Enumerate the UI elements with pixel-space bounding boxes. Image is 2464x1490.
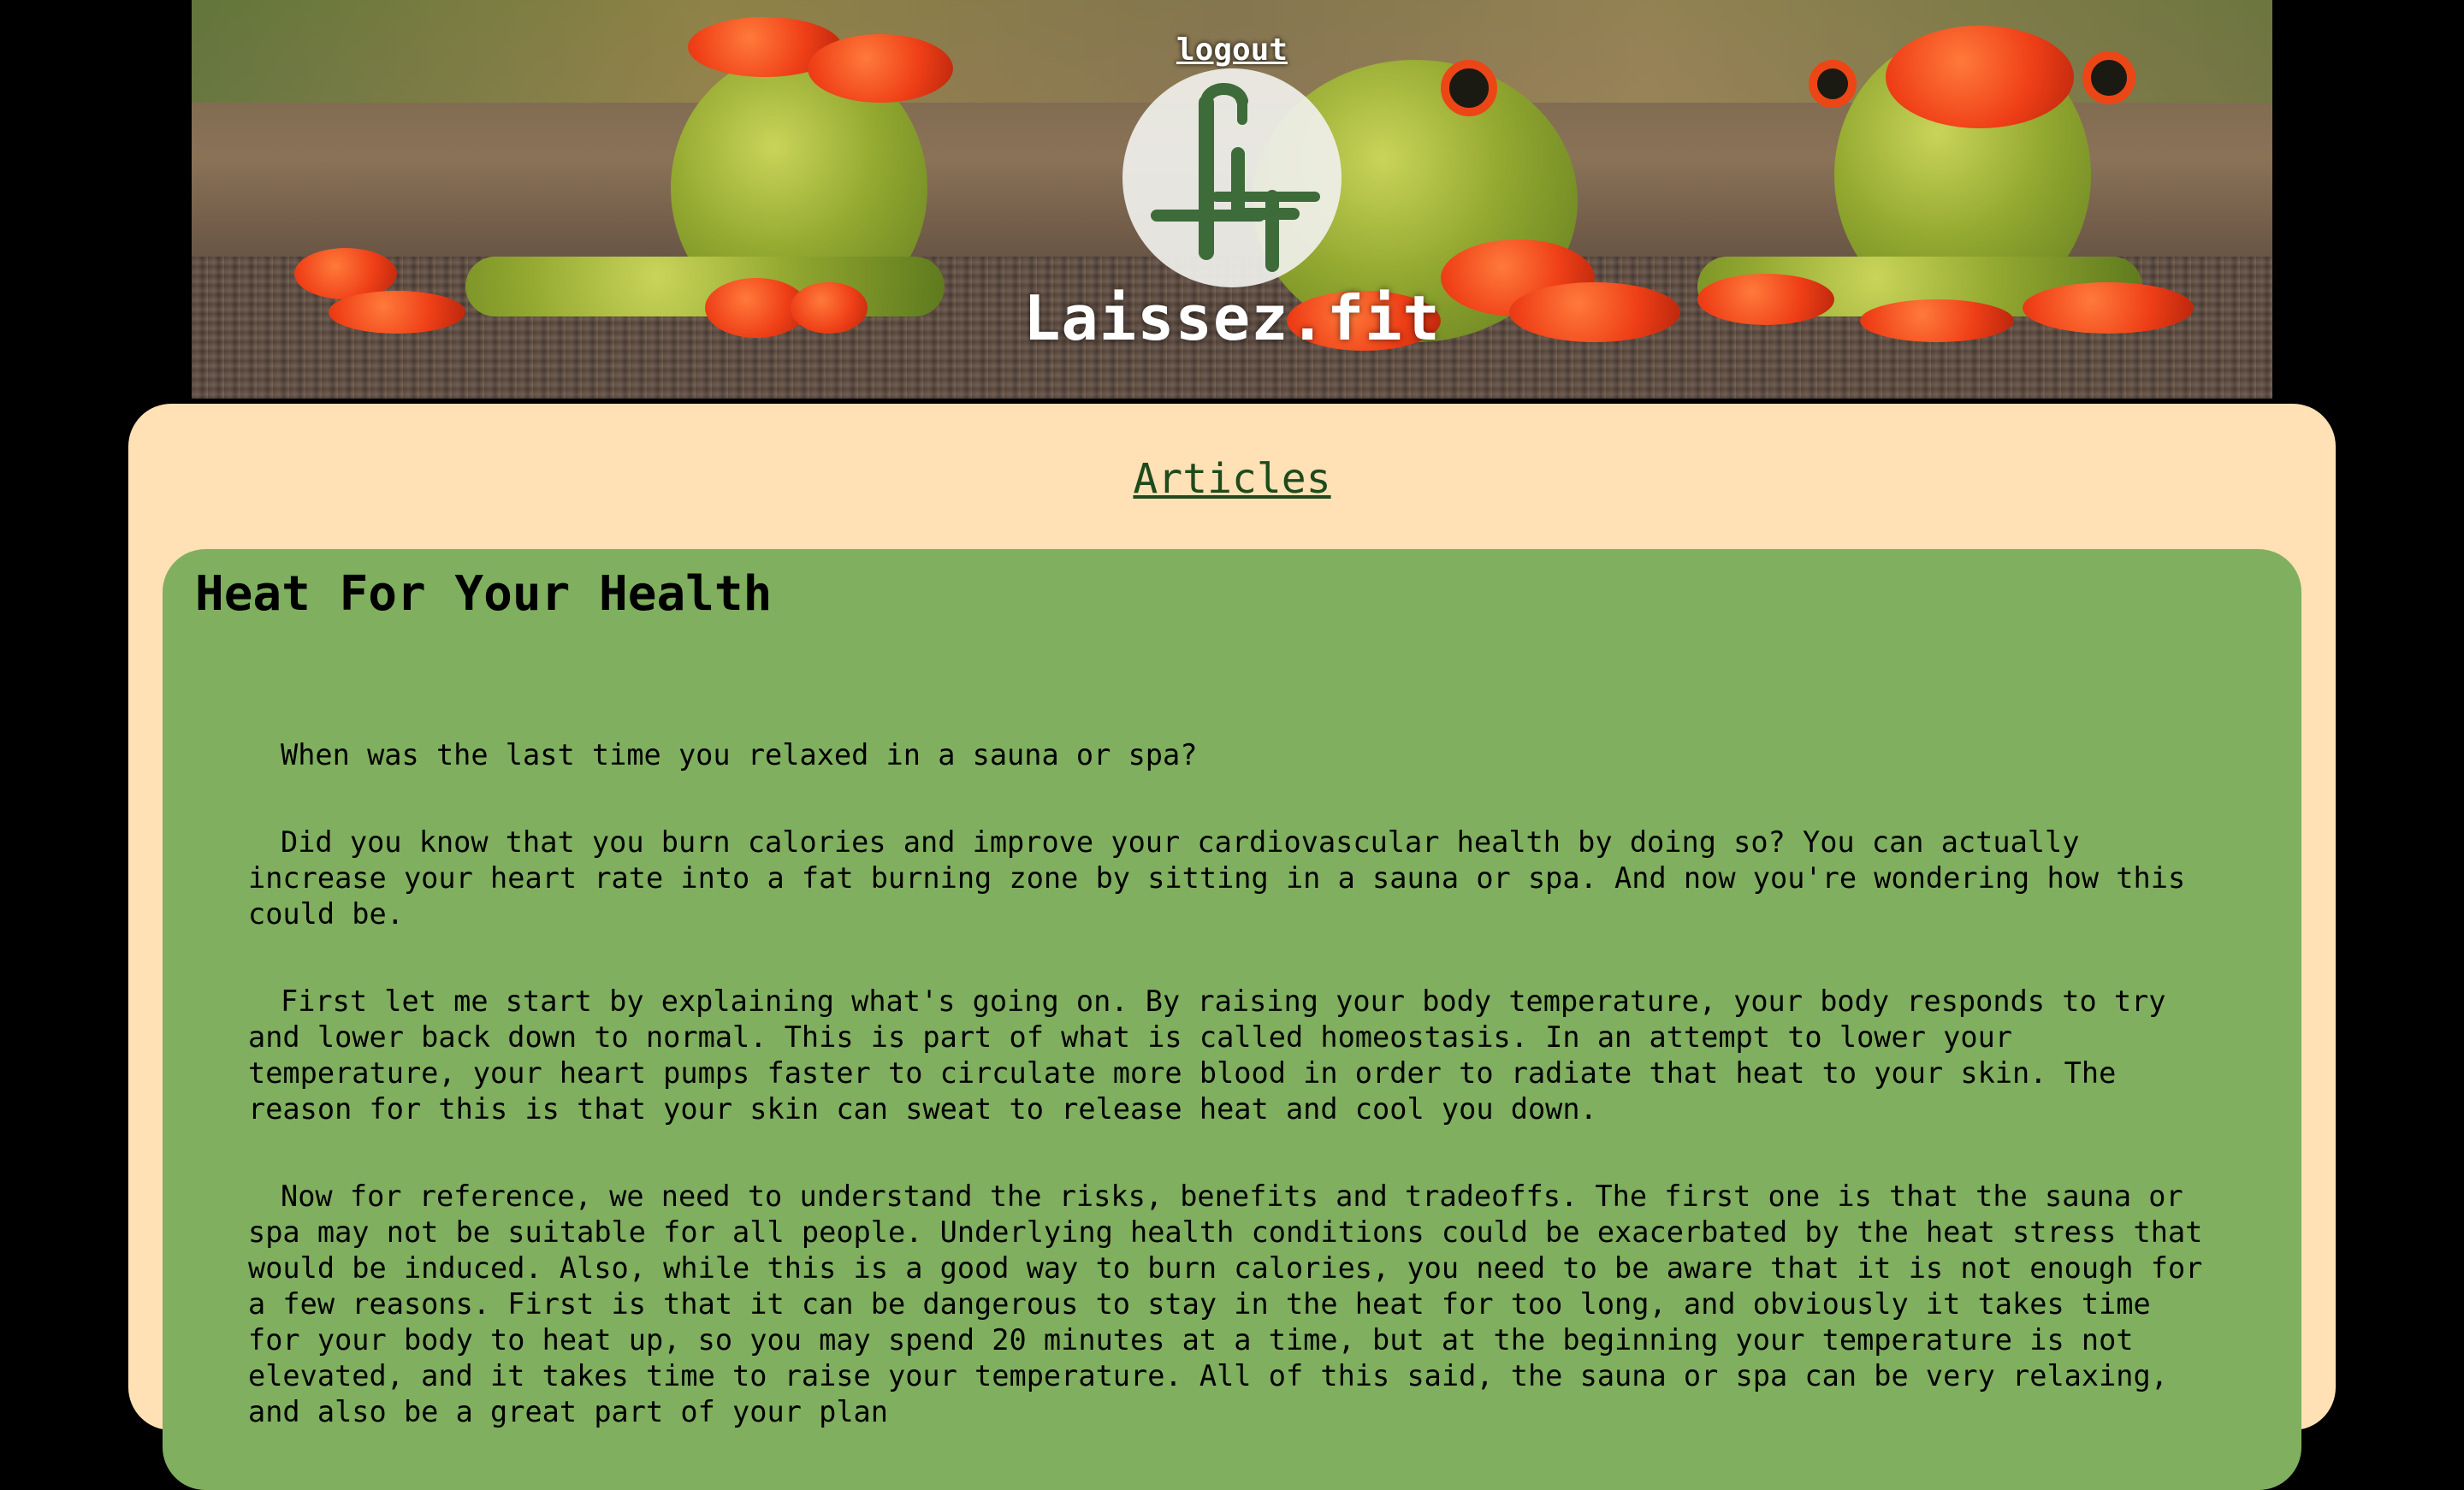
article-paragraph: Now for reference, we need to understand… (248, 1180, 2203, 1428)
logo-glyph (1151, 83, 1320, 272)
article-paragraph: Did you know that you burn calories and … (248, 825, 2186, 931)
article-paragraph: When was the last time you relaxed in a … (281, 738, 1198, 772)
lt-monogram-logo-icon[interactable] (1122, 68, 1342, 287)
logout-link[interactable]: logout (1146, 33, 1318, 68)
article-body: When was the last time you relaxed in a … (248, 737, 2216, 1481)
articles-nav-link[interactable]: Articles (128, 455, 2336, 503)
site-title: Laissez.fit (1023, 282, 1441, 354)
article-card: Heat For Your Health When was the last t… (163, 549, 2301, 1490)
article-title: Heat For Your Health (195, 566, 773, 622)
content-panel: Articles Heat For Your Health When was t… (128, 404, 2336, 1490)
article-paragraph: First let me start by explaining what's … (248, 984, 2166, 1126)
